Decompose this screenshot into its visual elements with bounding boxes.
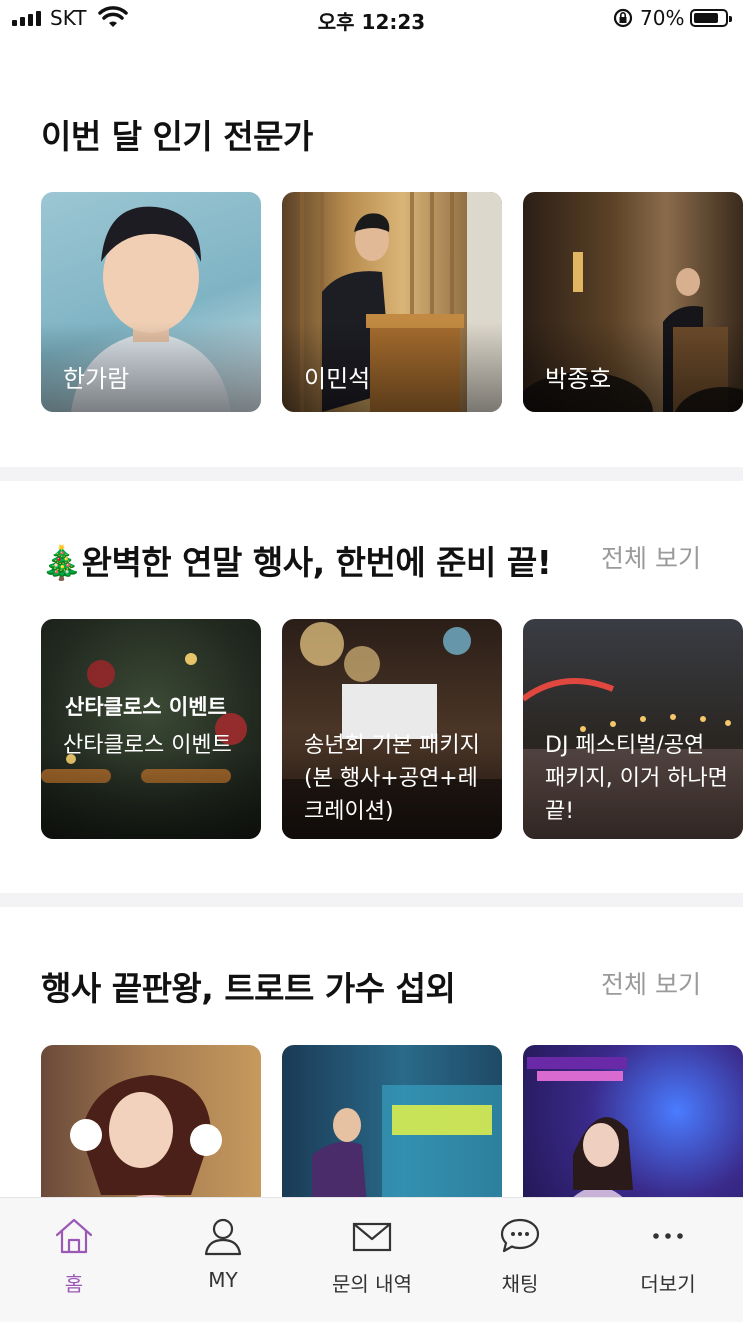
tab-label: MY [208,1268,238,1292]
tab-home[interactable]: 홈 [14,1216,134,1297]
section-divider [0,467,743,481]
tab-my[interactable]: MY [163,1216,283,1292]
package-card-row[interactable]: 산타클로스 이벤트 산타클로스 이벤트 송년회 기본 패키지 (본 행사+공연+… [41,619,743,839]
more-dots-icon [653,1233,683,1239]
battery-percent: 70% [640,6,685,30]
see-all-link[interactable]: 전체 보기 [601,539,701,575]
section-title-popular-experts: 이번 달 인기 전문가 [41,117,313,156]
chat-bubble-icon [500,1218,540,1253]
package-title: 산타클로스 이벤트 [63,733,232,758]
home-icon [55,1218,93,1254]
expert-card[interactable]: 이민석 [282,192,502,412]
package-overlay-title: 산타클로스 이벤트 [65,695,227,719]
package-card[interactable]: 산타클로스 이벤트 산타클로스 이벤트 [41,619,261,839]
expert-card[interactable]: 박종호 [523,192,743,412]
expert-name: 박종호 [545,365,612,393]
package-card[interactable]: DJ 페스티벌/공연 패키지, 이거 하나면 끝! [523,619,743,839]
section-title-trot-singers: 행사 끝판왕, 트로트 가수 섭외 [41,969,456,1008]
see-all-link[interactable]: 전체 보기 [601,965,701,1001]
section-title-year-end-events: 🎄완벽한 연말 행사, 한번에 준비 끝! [41,543,552,582]
tab-chat[interactable]: 채팅 [460,1216,580,1297]
status-bar: SKT 오후 12:23 70% [0,0,743,40]
package-title: DJ 페스티벌/공연 패키지, 이거 하나면 끝! [545,733,728,824]
expert-name: 이민석 [304,365,371,393]
tab-label: 홈 [64,1272,84,1296]
person-icon [204,1218,242,1256]
tab-more[interactable]: 더보기 [608,1216,728,1297]
bottom-tab-bar: 홈 MY 문의 내역 채팅 더보기 [0,1197,743,1322]
expert-card[interactable]: 한가람 [41,192,261,412]
expert-name: 한가람 [63,365,130,393]
tab-label: 채팅 [501,1272,539,1296]
tab-inquiries[interactable]: 문의 내역 [312,1216,432,1297]
tab-label: 더보기 [640,1272,696,1296]
battery-icon [690,9,732,27]
package-card[interactable]: 송년회 기본 패키지 (본 행사+공연+레크레이션) [282,619,502,839]
expert-card-row[interactable]: 한가람 이민석 박종호 [41,192,743,412]
mail-icon [352,1222,392,1252]
package-title: 송년회 기본 패키지 (본 행사+공연+레크레이션) [304,733,480,824]
tab-label: 문의 내역 [332,1272,412,1296]
orientation-lock-icon [613,8,633,28]
section-divider [0,893,743,907]
